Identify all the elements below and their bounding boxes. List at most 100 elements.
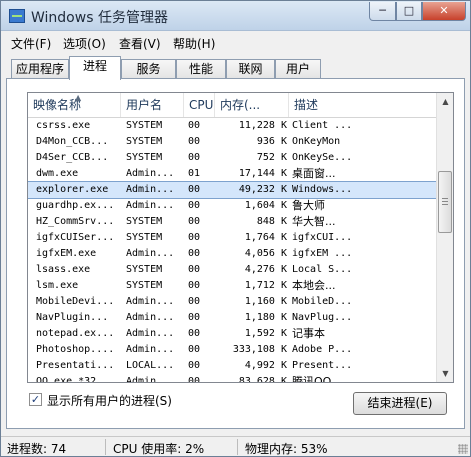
process-name: csrss.exe [36, 120, 91, 131]
process-row[interactable]: NavPlugin... Admin... 00 1,180 K NavPlug... [28, 310, 436, 326]
process-row[interactable]: guardhp.ex... Admin... 00 1,604 K 鲁大师 [28, 198, 436, 214]
column-memory[interactable]: 内存(... [215, 93, 289, 117]
process-description: igfxEM ... [292, 248, 353, 259]
menu-file[interactable]: 文件(F) [11, 35, 51, 52]
column-image-name[interactable]: 映像名称 ▲ [28, 93, 121, 117]
status-physical-memory: 物理内存: 53% [245, 442, 328, 456]
process-row[interactable]: igfxCUISer... SYSTEM 00 1,764 K igfxCUI... [28, 230, 436, 246]
process-cpu: 00 [188, 328, 201, 339]
sort-ascending-icon: ▲ [75, 93, 82, 102]
process-row[interactable]: QQ.exe *32 Admin... 00 83,628 K 腾讯QQ [28, 374, 436, 383]
process-cpu: 00 [188, 232, 201, 243]
process-row[interactable]: MobileDevi... Admin... 00 1,160 K MobileD... [28, 294, 436, 310]
process-memory: 17,144 K [238, 168, 287, 179]
process-user: SYSTEM [126, 264, 163, 275]
scroll-down-icon[interactable]: ▼ [437, 365, 453, 382]
process-row[interactable]: D4Mon_CCB... SYSTEM 00 936 K OnKeyMon [28, 134, 436, 150]
process-description: NavPlug... [292, 312, 353, 323]
process-description: Adobe P... [292, 344, 353, 355]
process-user: SYSTEM [126, 120, 163, 131]
status-cpu-usage: CPU 使用率: 2% [113, 442, 205, 456]
show-all-users-label[interactable]: 显示所有用户的进程(S) [47, 392, 172, 409]
process-row[interactable]: HZ_CommSrv... SYSTEM 00 848 K 华大智... [28, 214, 436, 230]
process-row[interactable]: Presentati... LOCAL... 00 4,992 K Present... [28, 358, 436, 374]
process-memory: 4,992 K [244, 360, 287, 371]
process-cpu: 00 [188, 280, 201, 291]
process-user: SYSTEM [126, 152, 163, 163]
scroll-thumb[interactable] [438, 171, 452, 233]
process-memory: 4,276 K [244, 264, 287, 275]
process-memory: 4,056 K [244, 248, 287, 259]
scroll-up-icon[interactable]: ▲ [437, 93, 453, 110]
process-description: OnKeySe... [292, 152, 353, 163]
process-user: SYSTEM [126, 232, 163, 243]
process-cpu: 00 [188, 136, 201, 147]
process-user: SYSTEM [126, 136, 163, 147]
process-user: Admin... [126, 184, 175, 195]
process-row[interactable]: igfxEM.exe Admin... 00 4,056 K igfxEM ... [28, 246, 436, 262]
process-description: Client ... [292, 120, 353, 131]
process-user: Admin... [126, 200, 175, 211]
process-row[interactable]: csrss.exe SYSTEM 00 11,228 K Client ... [28, 118, 436, 134]
process-memory: 752 K [256, 152, 287, 163]
process-cpu: 00 [188, 312, 201, 323]
process-description: MobileD... [292, 296, 353, 307]
menu-view[interactable]: 查看(V) [119, 35, 161, 52]
grip-icon [442, 198, 448, 205]
close-button[interactable]: ✕ [422, 2, 466, 21]
process-cpu: 00 [188, 216, 201, 227]
tab-bar: 应用程序 进程 服务 性能 联网 用户 [1, 56, 470, 80]
column-cpu[interactable]: CPU [184, 93, 215, 117]
status-divider [105, 439, 106, 455]
process-user: LOCAL... [126, 360, 175, 371]
process-row[interactable]: notepad.ex... Admin... 00 1,592 K 记事本 [28, 326, 436, 342]
process-row[interactable]: lsass.exe SYSTEM 00 4,276 K Local S... [28, 262, 436, 278]
process-memory: 83,628 K [238, 376, 287, 383]
menu-help[interactable]: 帮助(H) [173, 35, 215, 52]
process-name: Photoshop.... [36, 344, 115, 355]
tab-networking[interactable]: 联网 [226, 59, 275, 79]
process-row[interactable]: explorer.exe Admin... 00 49,232 K Windows... [28, 181, 437, 199]
vertical-scrollbar[interactable]: ▲ ▼ [436, 93, 453, 382]
process-name: D4Ser_CCB... [36, 152, 109, 163]
tab-performance[interactable]: 性能 [176, 59, 226, 79]
column-user-name[interactable]: 用户名 [121, 93, 184, 117]
process-user: Admin... [126, 296, 175, 307]
process-user: Admin... [126, 328, 175, 339]
tab-applications[interactable]: 应用程序 [11, 59, 69, 79]
process-memory: 1,764 K [244, 232, 287, 243]
process-name: notepad.ex... [36, 328, 115, 339]
maximize-button[interactable]: □ [396, 2, 422, 21]
process-description: 华大智... [292, 215, 336, 228]
process-list[interactable]: 映像名称 ▲ 用户名 CPU 内存(... 描述 csrss.exe SYSTEM… [27, 92, 454, 383]
process-row[interactable]: D4Ser_CCB... SYSTEM 00 752 K OnKeySe... [28, 150, 436, 166]
minimize-button[interactable]: ─ [369, 2, 396, 21]
process-name: D4Mon_CCB... [36, 136, 109, 147]
process-user: Admin... [126, 168, 175, 179]
end-process-button[interactable]: 结束进程(E) [353, 392, 447, 415]
process-cpu: 00 [188, 200, 201, 211]
resize-grip-icon[interactable] [458, 444, 468, 454]
status-process-count: 进程数: 74 [7, 442, 67, 456]
process-name: MobileDevi... [36, 296, 115, 307]
process-description: OnKeyMon [292, 136, 341, 147]
column-description[interactable]: 描述 [289, 93, 436, 117]
process-row[interactable]: Photoshop.... Admin... 00 333,108 K Adobe P.… [28, 342, 436, 358]
tab-services[interactable]: 服务 [121, 59, 176, 79]
process-name: lsm.exe [36, 280, 79, 291]
process-memory: 1,180 K [244, 312, 287, 323]
process-rows: csrss.exe SYSTEM 00 11,228 K Client ... D4Mon… [28, 118, 437, 383]
column-image-name-label: 映像名称 [33, 98, 82, 112]
process-name: dwm.exe [36, 168, 79, 179]
process-name: igfxEM.exe [36, 248, 97, 259]
tab-processes[interactable]: 进程 [69, 56, 121, 80]
process-memory: 1,604 K [244, 200, 287, 211]
process-row[interactable]: dwm.exe Admin... 01 17,144 K 桌面窗... [28, 166, 436, 182]
menu-options[interactable]: 选项(O) [63, 35, 106, 52]
process-description: 本地会... [292, 279, 336, 292]
process-row[interactable]: lsm.exe SYSTEM 00 1,712 K 本地会... [28, 278, 436, 294]
process-cpu: 00 [188, 376, 201, 383]
checkbox-check-icon[interactable]: ✓ [29, 393, 42, 406]
tab-users[interactable]: 用户 [275, 59, 321, 79]
task-manager-icon [9, 9, 25, 23]
